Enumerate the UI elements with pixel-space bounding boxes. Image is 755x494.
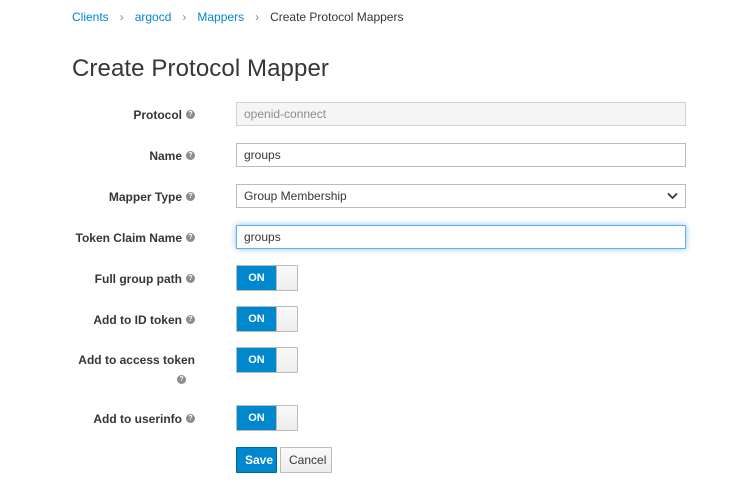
add-to-id-token-label-text: Add to ID token — [93, 313, 182, 327]
help-circle-icon[interactable]: ? — [186, 151, 195, 161]
help-circle-icon[interactable]: ? — [186, 110, 195, 120]
breadcrumb-current: Create Protocol Mappers — [270, 10, 404, 24]
mapper-type-label-text: Mapper Type — [108, 190, 182, 204]
name-label-text: Name — [149, 149, 182, 163]
token-claim-name-label: Token Claim Name? — [76, 231, 195, 245]
add-to-userinfo-label-text: Add to userinfo — [93, 412, 182, 426]
chevron-down-icon — [667, 192, 678, 200]
full-group-path-label: Full group path? — [95, 272, 195, 286]
page-title: Create Protocol Mapper — [72, 55, 329, 82]
toggle-on-label: ON — [237, 307, 276, 331]
save-button[interactable]: Save — [236, 447, 277, 473]
add-to-userinfo-toggle[interactable]: ON — [236, 405, 298, 431]
name-field[interactable] — [236, 143, 686, 167]
help-circle-icon[interactable]: ? — [186, 233, 195, 243]
toggle-knob — [276, 406, 297, 430]
full-group-path-label-text: Full group path — [94, 272, 182, 286]
help-circle-icon[interactable]: ? — [177, 375, 186, 385]
protocol-label: Protocol? — [133, 108, 195, 122]
name-label: Name? — [149, 149, 195, 163]
toggle-knob — [276, 266, 297, 290]
protocol-label-text: Protocol — [133, 108, 182, 122]
toggle-on-label: ON — [237, 266, 276, 290]
mapper-type-label: Mapper Type? — [109, 190, 195, 204]
breadcrumb-separator: › — [119, 10, 124, 24]
cancel-button[interactable]: Cancel — [280, 447, 332, 473]
toggle-knob — [276, 348, 297, 372]
token-claim-name-field[interactable] — [236, 225, 686, 249]
token-claim-name-label-text: Token Claim Name — [75, 231, 182, 245]
mapper-type-value: Group Membership — [244, 189, 347, 203]
breadcrumb-mappers[interactable]: Mappers — [197, 10, 244, 24]
toggle-knob — [276, 307, 297, 331]
breadcrumb-clients[interactable]: Clients — [72, 10, 109, 24]
help-circle-icon[interactable]: ? — [186, 315, 195, 325]
mapper-type-select[interactable]: Group Membership — [236, 184, 686, 208]
add-to-userinfo-label: Add to userinfo? — [93, 412, 195, 426]
breadcrumb-separator: › — [255, 10, 260, 24]
help-circle-icon[interactable]: ? — [186, 274, 195, 284]
protocol-field[interactable] — [236, 102, 686, 126]
full-group-path-toggle[interactable]: ON — [236, 265, 298, 291]
add-to-access-token-label: Add to access token? — [55, 350, 195, 390]
breadcrumb-argocd[interactable]: argocd — [135, 10, 172, 24]
add-to-id-token-toggle[interactable]: ON — [236, 306, 298, 332]
add-to-id-token-label: Add to ID token? — [93, 313, 195, 327]
add-to-access-token-toggle[interactable]: ON — [236, 347, 298, 373]
help-circle-icon[interactable]: ? — [186, 414, 195, 424]
toggle-on-label: ON — [237, 348, 276, 372]
add-to-access-token-label-text: Add to access token — [78, 353, 195, 367]
breadcrumb-separator: › — [182, 10, 187, 24]
breadcrumb: Clients › argocd › Mappers › Create Prot… — [72, 10, 403, 24]
toggle-on-label: ON — [237, 406, 276, 430]
help-circle-icon[interactable]: ? — [186, 192, 195, 202]
